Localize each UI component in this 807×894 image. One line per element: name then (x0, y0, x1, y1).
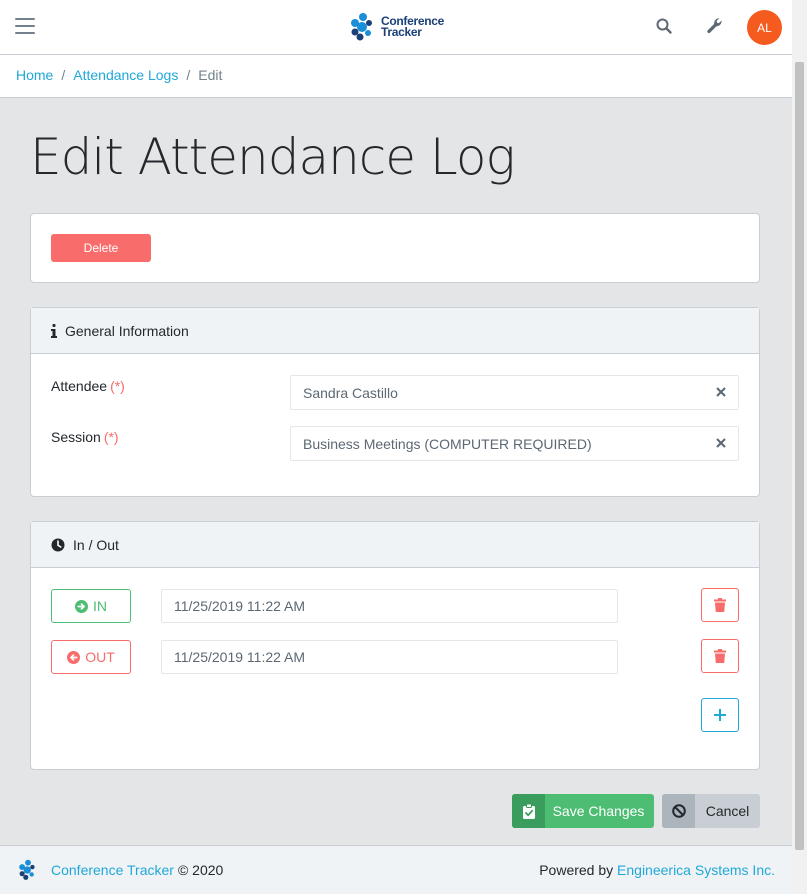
footer-copyright: © 2020 (177, 862, 224, 878)
cancel-button[interactable]: Cancel (662, 794, 760, 828)
user-avatar[interactable]: AL (747, 10, 782, 45)
info-icon (51, 323, 57, 338)
search-icon[interactable] (655, 17, 675, 37)
session-value: Business Meetings (COMPUTER REQUIRED) (303, 435, 592, 452)
out-button[interactable]: OUT (51, 640, 131, 674)
attendee-value: Sandra Castillo (303, 384, 398, 401)
clear-attendee-icon[interactable] (714, 385, 728, 399)
menu-icon[interactable] (15, 18, 35, 35)
footer: Conference Tracker © 2020 Powered by Eng… (0, 845, 792, 894)
session-select[interactable]: Business Meetings (COMPUTER REQUIRED) (290, 426, 739, 461)
attendee-label-text: Attendee (51, 378, 108, 394)
brand-line2: Tracker (381, 25, 422, 39)
scrollbar-thumb[interactable] (795, 62, 804, 850)
save-changes-button[interactable]: Save Changes (512, 794, 654, 828)
actions-card: Delete (30, 213, 760, 283)
plus-icon (714, 709, 726, 721)
add-entry-button[interactable] (701, 698, 739, 732)
required-marker: (*) (110, 378, 125, 394)
breadcrumb-home[interactable]: Home (16, 67, 53, 83)
logo-icon (351, 13, 372, 41)
vertical-scrollbar[interactable] (792, 0, 807, 894)
in-out-title: In / Out (73, 536, 119, 553)
in-button[interactable]: IN (51, 589, 131, 623)
in-out-card: In / Out IN 11/25/2019 11:22 AM OUT 11/2… (30, 521, 760, 770)
breadcrumb-attendance-logs[interactable]: Attendance Logs (73, 67, 178, 83)
arrow-right-circle-icon (75, 599, 88, 613)
trash-icon (714, 598, 726, 612)
clock-icon (51, 538, 65, 551)
in-label: IN (93, 598, 107, 614)
out-time-input[interactable]: 11/25/2019 11:22 AM (161, 640, 618, 674)
trash-icon (714, 649, 726, 663)
session-label-text: Session (51, 429, 101, 445)
required-marker: (*) (103, 429, 119, 445)
brand-logo[interactable]: Conference Tracker (348, 11, 444, 43)
footer-company-link[interactable]: Engineerica Systems Inc. (617, 862, 775, 878)
wrench-icon[interactable] (706, 17, 726, 37)
general-information-title: General Information (65, 322, 189, 339)
breadcrumb: Home / Attendance Logs / Edit (0, 55, 792, 98)
in-time-input[interactable]: 11/25/2019 11:22 AM (161, 589, 618, 623)
breadcrumb-separator: / (61, 67, 66, 83)
footer-powered-by: Powered by Engineerica Systems Inc. (539, 862, 775, 878)
breadcrumb-separator: / (186, 67, 191, 83)
footer-logo-icon (19, 859, 35, 880)
delete-in-entry-button[interactable] (701, 588, 739, 622)
cancel-label: Cancel (705, 803, 750, 819)
general-information-header: General Information (31, 308, 759, 354)
ban-icon (662, 794, 695, 828)
page-title: Edit Attendance Log (30, 128, 515, 186)
footer-app-link[interactable]: Conference Tracker (51, 862, 174, 878)
attendee-label: Attendee (*) (51, 378, 125, 394)
clear-session-icon[interactable] (714, 436, 728, 450)
delete-button[interactable]: Delete (51, 234, 151, 262)
powered-by-text: Powered by (539, 862, 614, 878)
delete-out-entry-button[interactable] (701, 639, 739, 673)
general-information-card: General Information Attendee (*) Sandra C… (30, 307, 760, 497)
out-label: OUT (85, 649, 115, 665)
attendee-select[interactable]: Sandra Castillo (290, 375, 739, 410)
save-changes-label: Save Changes (552, 803, 645, 819)
brand-name: Conference Tracker (381, 15, 444, 39)
breadcrumb-current: Edit (198, 67, 223, 83)
session-label: Session (*) (51, 429, 119, 445)
arrow-left-circle-icon (67, 650, 81, 664)
in-out-header: In / Out (31, 522, 759, 568)
clipboard-check-icon (512, 794, 545, 828)
top-navbar: Conference Tracker AL (0, 0, 792, 55)
